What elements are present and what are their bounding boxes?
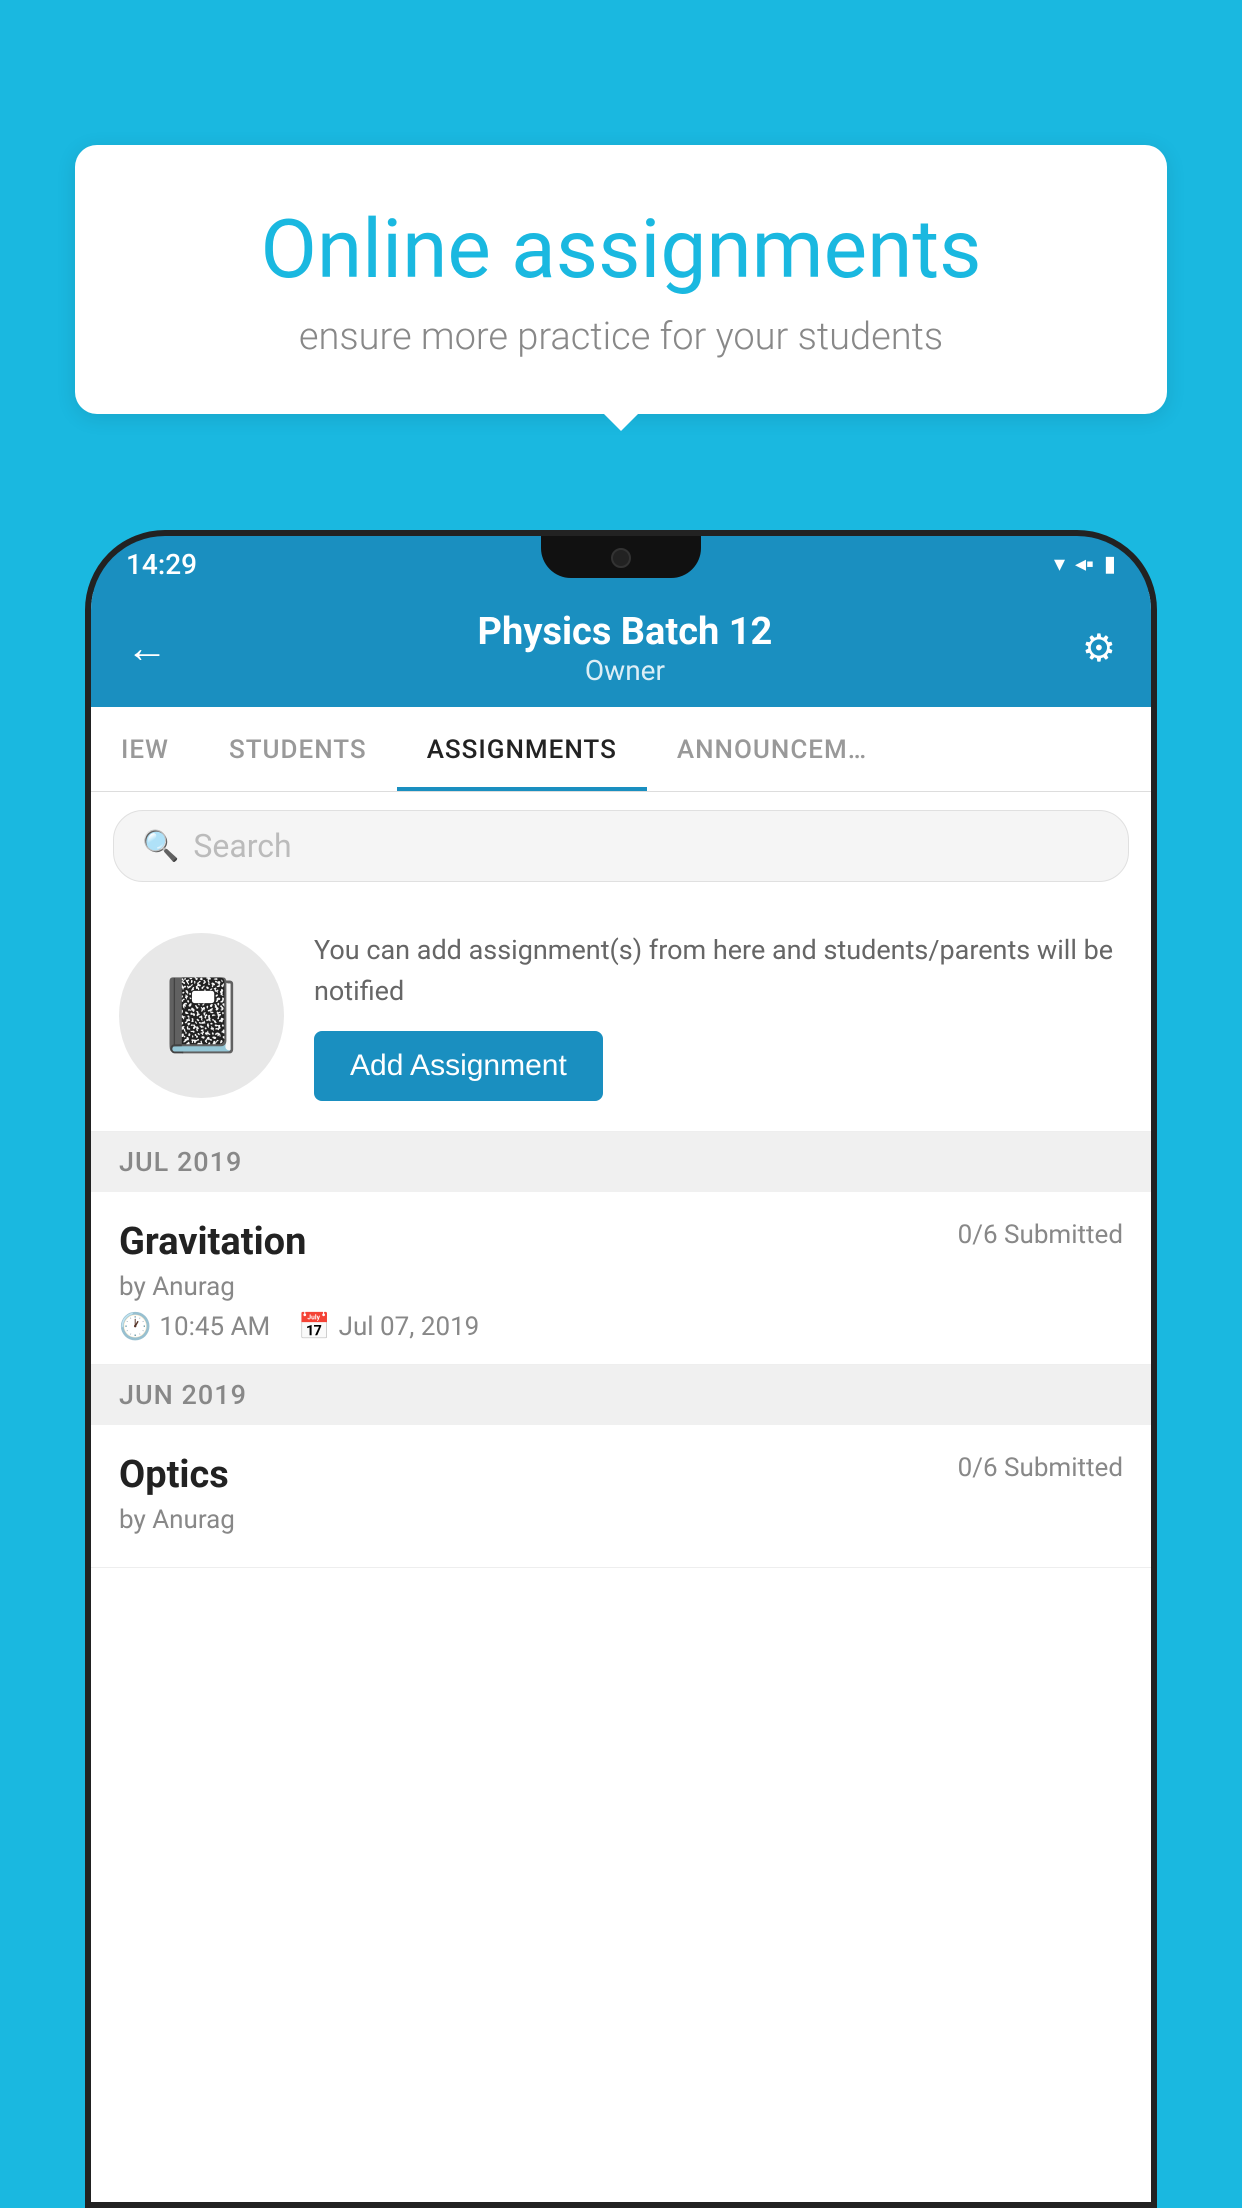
phone-notch — [541, 536, 701, 578]
batch-name: Physics Batch 12 — [168, 610, 1082, 654]
power-button — [1153, 736, 1157, 816]
search-bar-container: 🔍 Search — [91, 792, 1151, 900]
notebook-icon: 📓 — [157, 973, 247, 1058]
bubble-title: Online assignments — [145, 205, 1097, 295]
clock-icon: 🕐 — [119, 1312, 151, 1342]
assignment-author: by Anurag — [119, 1272, 1123, 1302]
bubble-subtitle: ensure more practice for your students — [145, 315, 1097, 359]
assignment-name-optics: Optics — [119, 1453, 229, 1497]
assignment-name: Gravitation — [119, 1220, 306, 1264]
signal-icon: ◂▪ — [1075, 551, 1094, 577]
app-header: ← Physics Batch 12 Owner ⚙ — [91, 592, 1151, 707]
add-assignment-button[interactable]: Add Assignment — [314, 1031, 603, 1101]
settings-button[interactable]: ⚙ — [1082, 626, 1116, 671]
search-placeholder: Search — [193, 827, 291, 865]
assignment-meta: 🕐 10:45 AM 📅 Jul 07, 2019 — [119, 1312, 1123, 1342]
phone-screen: ← Physics Batch 12 Owner ⚙ IEW STUDENTS … — [91, 592, 1151, 2202]
assignment-item-header-optics: Optics 0/6 Submitted — [119, 1453, 1123, 1497]
assignment-author-optics: by Anurag — [119, 1505, 1123, 1535]
tab-students[interactable]: STUDENTS — [199, 707, 397, 791]
search-icon: 🔍 — [142, 829, 179, 864]
submitted-count: 0/6 Submitted — [958, 1220, 1123, 1250]
month-separator-jun: JUN 2019 — [91, 1365, 1151, 1425]
calendar-icon: 📅 — [298, 1312, 330, 1342]
assignment-promo-text: You can add assignment(s) from here and … — [314, 930, 1123, 1101]
assignment-time: 10:45 AM — [159, 1312, 270, 1342]
speech-bubble: Online assignments ensure more practice … — [75, 145, 1167, 414]
battery-icon: ▮ — [1104, 552, 1116, 577]
volume-down-button — [85, 776, 89, 831]
speech-bubble-container: Online assignments ensure more practice … — [75, 145, 1167, 414]
assignment-promo: 📓 You can add assignment(s) from here an… — [91, 900, 1151, 1132]
date-meta: 📅 Jul 07, 2019 — [298, 1312, 479, 1342]
assignment-item-gravitation[interactable]: Gravitation 0/6 Submitted by Anurag 🕐 10… — [91, 1192, 1151, 1365]
tab-announcements[interactable]: ANNOUNCEM… — [647, 707, 897, 791]
assignment-icon-circle: 📓 — [119, 933, 284, 1098]
month-separator-jul: JUL 2019 — [91, 1132, 1151, 1192]
user-role: Owner — [168, 654, 1082, 687]
volume-up-button — [85, 706, 89, 761]
front-camera — [611, 548, 631, 568]
wifi-icon: ▾ — [1054, 552, 1065, 577]
assignment-date: Jul 07, 2019 — [339, 1312, 480, 1342]
tab-assignments[interactable]: ASSIGNMENTS — [397, 707, 647, 791]
tabs-bar: IEW STUDENTS ASSIGNMENTS ANNOUNCEM… — [91, 707, 1151, 792]
assignment-item-header: Gravitation 0/6 Submitted — [119, 1220, 1123, 1264]
phone-frame: 14:29 ▾ ◂▪ ▮ ← Physics Batch 12 Owner ⚙ … — [85, 530, 1157, 2208]
header-center: Physics Batch 12 Owner — [168, 610, 1082, 687]
submitted-count-optics: 0/6 Submitted — [958, 1453, 1123, 1483]
search-bar[interactable]: 🔍 Search — [113, 810, 1129, 882]
tab-iew[interactable]: IEW — [91, 707, 199, 791]
time-meta: 🕐 10:45 AM — [119, 1312, 270, 1342]
promo-description: You can add assignment(s) from here and … — [314, 930, 1123, 1011]
status-time: 14:29 — [126, 548, 197, 581]
status-icons: ▾ ◂▪ ▮ — [1054, 551, 1116, 577]
back-button[interactable]: ← — [126, 624, 168, 673]
assignment-item-optics[interactable]: Optics 0/6 Submitted by Anurag — [91, 1425, 1151, 1568]
